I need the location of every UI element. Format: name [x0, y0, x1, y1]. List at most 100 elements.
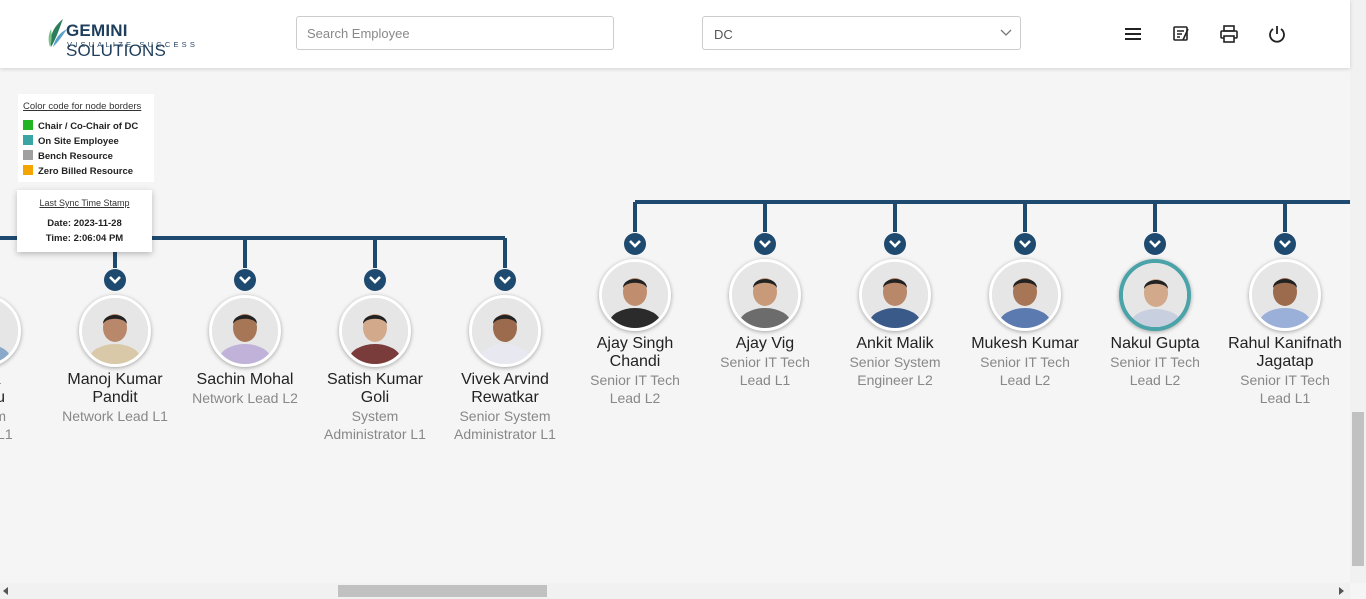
employee-photo[interactable] — [339, 295, 411, 367]
employee-photo[interactable] — [729, 259, 801, 331]
employee-photo[interactable] — [469, 295, 541, 367]
employee-name: Sachin Mohal — [196, 371, 294, 388]
chevron-down-icon — [1000, 29, 1012, 36]
employee-photo[interactable] — [859, 259, 931, 331]
avatar-image — [472, 298, 538, 364]
chevron-down-icon — [1279, 240, 1291, 248]
employee-name: Ajay Vig — [735, 335, 795, 352]
last-sync-panel: Last Sync Time Stamp Date: 2023-11-28 Ti… — [17, 190, 152, 252]
employee-name: ...na — [0, 371, 50, 389]
employee-role: Senior IT Tech — [1240, 372, 1330, 388]
color-legend: Color code for node borders Chair / Co-C… — [18, 94, 154, 182]
avatar-image — [342, 298, 408, 364]
chevron-down-icon — [759, 240, 771, 248]
top-header: GEMINI SOLUTIONS VISUALIZE SUCCESS DC — [0, 0, 1350, 68]
scroll-right-icon[interactable] — [1338, 587, 1344, 595]
expand-toggle-icon[interactable] — [234, 269, 256, 291]
avatar-image — [1123, 263, 1187, 327]
avatar-image — [602, 262, 668, 328]
employee-name: Manoj Kumar — [67, 371, 163, 388]
horizontal-scrollbar[interactable] — [0, 583, 1350, 599]
avatar-image — [1252, 262, 1318, 328]
employee-role: Lead L2 — [999, 372, 1051, 388]
employee-role: Engineer L2 — [857, 372, 933, 388]
legend-label: Chair / Co-Chair of DC — [38, 121, 139, 132]
employee-name: Mukesh Kumar — [971, 335, 1079, 352]
horizontal-scrollbar-thumb[interactable] — [338, 585, 547, 597]
expand-toggle-icon[interactable] — [104, 269, 126, 291]
avatar-image — [212, 298, 278, 364]
power-icon[interactable] — [1267, 24, 1287, 44]
legend-title: Color code for node borders — [23, 101, 142, 112]
menu-icon[interactable] — [1123, 24, 1143, 44]
legend-swatch — [23, 120, 33, 130]
department-select-value: DC — [714, 27, 733, 42]
expand-toggle-icon[interactable] — [1274, 233, 1296, 255]
employee-role: Senior System — [849, 354, 941, 370]
employee-role: Lead L1 — [1259, 390, 1311, 406]
employee-name: Ajay Singh — [596, 335, 674, 352]
employee-photo[interactable] — [599, 259, 671, 331]
employee-photo[interactable] — [79, 295, 151, 367]
employee-role: System — [351, 408, 399, 424]
chevron-down-icon — [239, 276, 251, 284]
chevron-down-icon — [109, 276, 121, 284]
sync-title: Last Sync Time Stamp — [39, 198, 130, 208]
employee-role: Senior IT Tech — [1110, 354, 1200, 370]
sync-date: Date: 2023-11-28 — [47, 218, 122, 229]
employee-role: ...stem — [0, 408, 6, 424]
expand-toggle-icon[interactable] — [1014, 233, 1036, 255]
search-employee-input[interactable] — [296, 16, 614, 50]
expand-toggle-icon[interactable] — [624, 233, 646, 255]
employee-role: Administrator L1 — [324, 426, 426, 442]
vertical-scrollbar-thumb[interactable] — [1352, 412, 1364, 566]
chevron-down-icon — [1149, 240, 1161, 248]
employee-name: Ankit Malik — [856, 335, 934, 352]
scroll-left-icon[interactable] — [3, 587, 9, 595]
chevron-down-icon — [1019, 240, 1031, 248]
legend-swatch — [23, 135, 33, 145]
expand-toggle-icon[interactable] — [364, 269, 386, 291]
logo-tagline: VISUALIZE SUCCESS — [67, 40, 199, 49]
employee-role: Senior IT Tech — [720, 354, 810, 370]
legend-label: Bench Resource — [38, 151, 113, 162]
printer-icon[interactable] — [1219, 24, 1239, 44]
employee-name: Nakul Gupta — [1110, 335, 1200, 352]
employee-role: Administrator L1 — [454, 426, 556, 442]
employee-name: Satish Kumar — [326, 371, 424, 388]
company-logo[interactable]: GEMINI SOLUTIONS VISUALIZE SUCCESS — [47, 17, 217, 60]
vertical-scrollbar[interactable] — [1350, 0, 1366, 583]
employee-photo[interactable] — [1119, 259, 1191, 331]
employee-role: Senior IT Tech — [980, 354, 1070, 370]
legend-swatch — [23, 150, 33, 160]
expand-toggle-icon[interactable] — [884, 233, 906, 255]
chevron-down-icon — [889, 240, 901, 248]
legend-label: On Site Employee — [38, 136, 119, 147]
avatar-image — [862, 262, 928, 328]
employee-name: Rewatkar — [471, 389, 539, 406]
employee-role: Network Lead L2 — [192, 390, 298, 406]
avatar-image — [992, 262, 1058, 328]
employee-name: Rahul Kanifnath — [1228, 335, 1342, 352]
employee-photo[interactable] — [209, 295, 281, 367]
sync-time: Time: 2:06:04 PM — [45, 233, 124, 244]
employee-photo[interactable] — [1249, 259, 1321, 331]
employee-role: Lead L2 — [609, 390, 661, 406]
notes-icon[interactable] — [1171, 24, 1191, 44]
employee-name: Vivek Arvind — [461, 371, 549, 388]
expand-toggle-icon[interactable] — [1144, 233, 1166, 255]
employee-name: Goli — [360, 389, 390, 406]
expand-toggle-icon[interactable] — [754, 233, 776, 255]
logo-brand-bold: GEMINI — [66, 21, 128, 40]
chevron-down-icon — [629, 240, 641, 248]
expand-toggle-icon[interactable] — [494, 269, 516, 291]
department-select[interactable]: DC — [702, 16, 1021, 50]
employee-photo[interactable] — [989, 259, 1061, 331]
legend-swatch — [23, 165, 33, 175]
employee-name: Chandi — [609, 353, 661, 370]
employee-role: Lead L1 — [739, 372, 791, 388]
employee-role: ...ator L1 — [0, 426, 13, 442]
employee-role: Lead L2 — [1129, 372, 1181, 388]
employee-name: Pandit — [92, 389, 138, 406]
employee-role: Network Lead L1 — [62, 408, 168, 424]
